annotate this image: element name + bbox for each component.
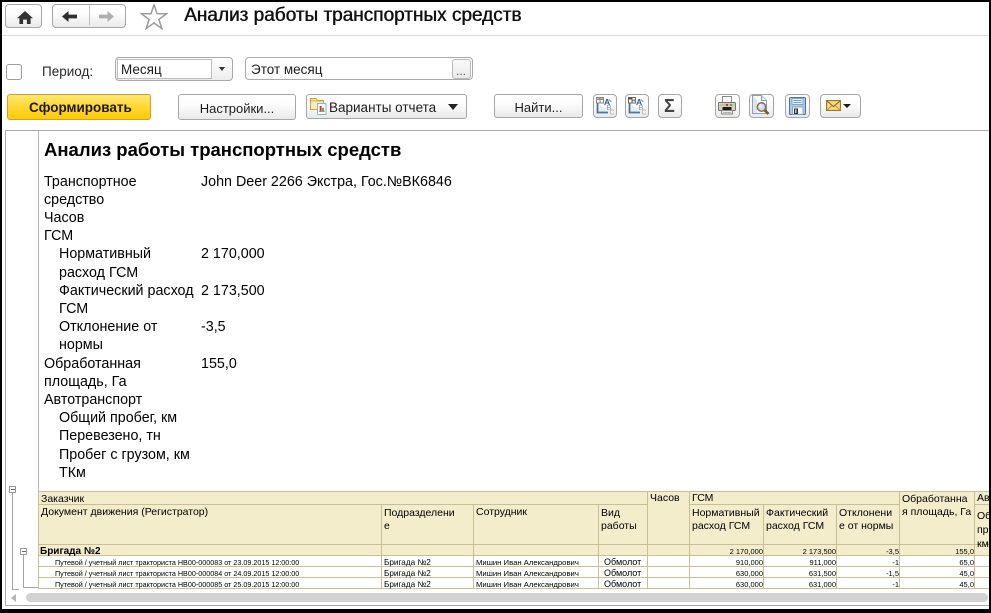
svg-text:C: C (642, 110, 647, 116)
svg-text:C: C (610, 110, 615, 116)
